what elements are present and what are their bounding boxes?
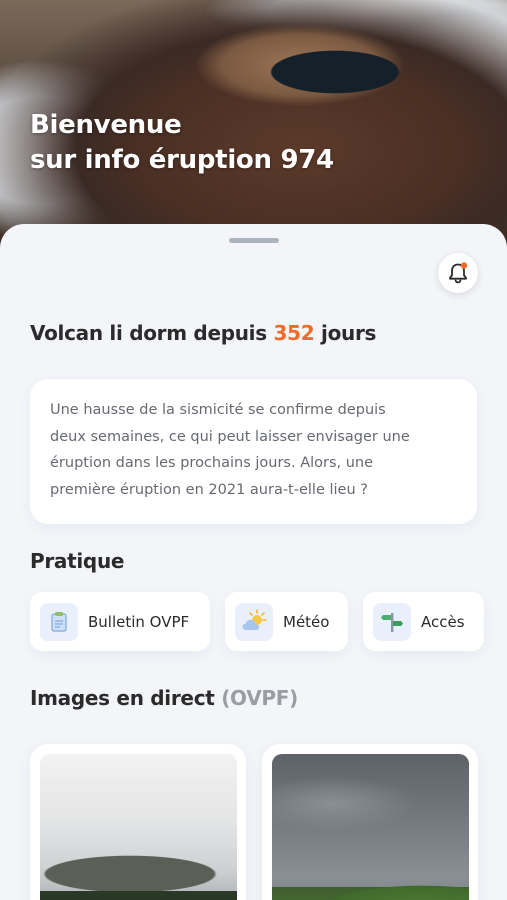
info-line: Une hausse de la sismicité se confirme d…: [50, 402, 386, 418]
hero-title-line2: sur info éruption 974: [30, 145, 334, 175]
hero-title: Bienvenue sur info éruption 974: [30, 108, 450, 178]
practical-section-title: Pratique: [30, 549, 125, 573]
info-line: éruption dans les prochains jours. Alors…: [50, 455, 374, 471]
dormancy-headline: Volcan li dorm depuis 352 jours: [30, 321, 470, 345]
dormancy-days: 352: [273, 321, 315, 345]
info-line: première éruption en 2021 aura-t-elle li…: [50, 481, 368, 498]
webcam-image-1: [40, 754, 237, 900]
live-image-card-1[interactable]: [30, 744, 246, 900]
clipboard-icon: [40, 602, 78, 641]
chip-label: Accès: [421, 612, 465, 631]
meteo-button[interactable]: Météo: [225, 592, 348, 651]
bell-icon: [449, 262, 468, 284]
bulletin-ovpf-button[interactable]: Bulletin OVPF: [30, 592, 210, 651]
live-images-title: Images en direct: [30, 686, 215, 710]
info-card: Une hausse de la sismicité se confirme d…: [30, 379, 477, 524]
signpost-icon: [373, 602, 411, 641]
sheet-drag-handle[interactable]: [229, 238, 279, 243]
notifications-button[interactable]: [438, 253, 478, 293]
info-text: Une hausse de la sismicité se confirme d…: [50, 397, 459, 503]
notification-badge-icon: [460, 262, 468, 269]
chip-label: Météo: [283, 612, 330, 631]
webcam-image-2: [272, 754, 469, 900]
live-images-section-title: Images en direct (OVPF): [30, 686, 298, 710]
hero-title-line1: Bienvenue: [30, 110, 182, 140]
bottom-sheet: Volcan li dorm depuis 352 jours Une haus…: [0, 224, 507, 900]
acces-button[interactable]: Accès: [363, 592, 484, 651]
weather-sun-cloud-icon: [235, 602, 273, 641]
live-images-source: (OVPF): [221, 686, 298, 710]
info-line: deux semaines, ce qui peut laisser envis…: [50, 428, 410, 445]
hero-volcano-image: Bienvenue sur info éruption 974: [0, 0, 507, 260]
dormancy-prefix: Volcan li dorm depuis: [30, 321, 267, 345]
dormancy-suffix: jours: [321, 321, 377, 345]
chip-label: Bulletin OVPF: [88, 612, 190, 631]
live-image-card-2[interactable]: [262, 744, 478, 900]
